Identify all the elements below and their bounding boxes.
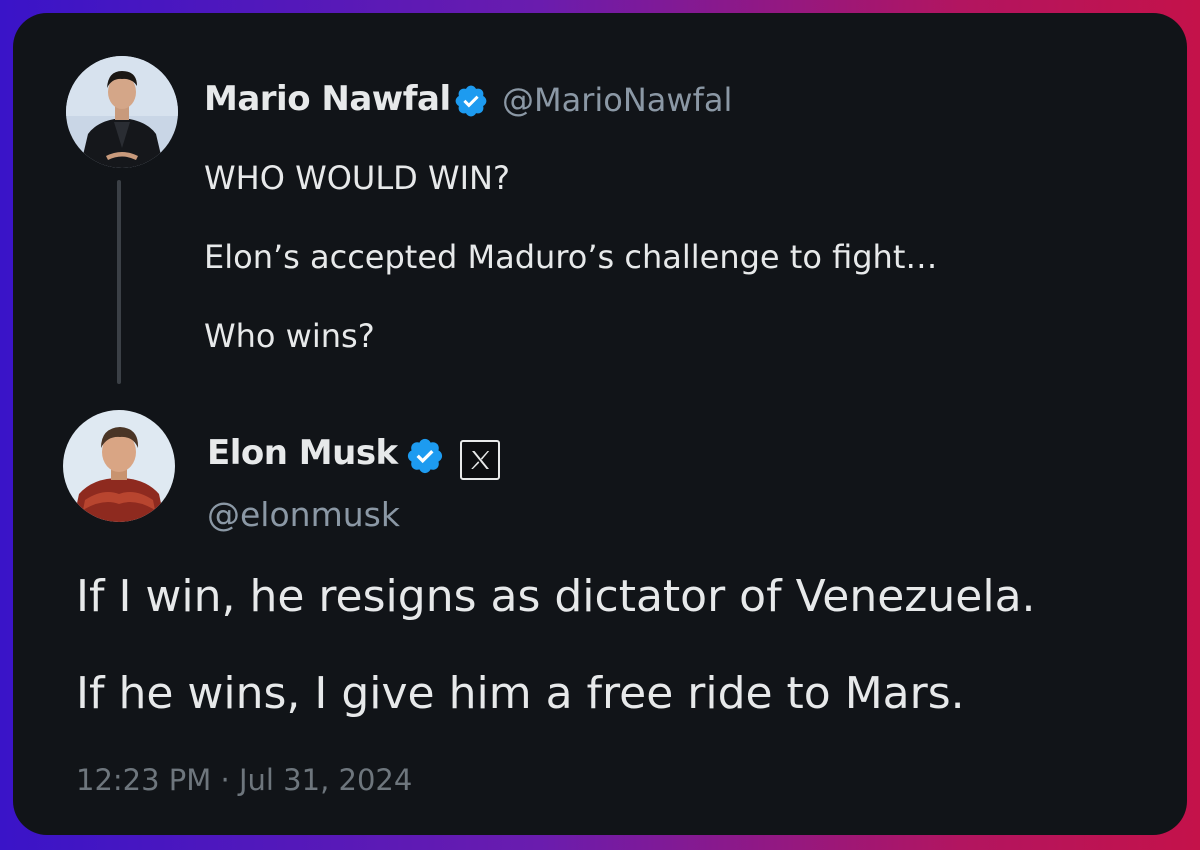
author-handle-elon[interactable]: @elonmusk <box>207 495 400 534</box>
thread-connector-line <box>117 180 121 384</box>
tweet-timestamp[interactable]: 12:23 PM · Jul 31, 2024 <box>76 763 412 797</box>
author-name-elon[interactable]: Elon Musk <box>207 433 398 473</box>
avatar-elon-musk[interactable] <box>63 410 175 522</box>
tweet-text-line: If I win, he resigns as dictator of Vene… <box>76 571 1036 622</box>
quoted-tweet-line: Who wins? <box>204 317 375 355</box>
verified-badge-icon[interactable] <box>453 83 489 119</box>
author-handle-mario[interactable]: @MarioNawfal <box>502 81 732 119</box>
verified-badge-icon[interactable] <box>405 436 445 476</box>
quoted-tweet-line: WHO WOULD WIN? <box>204 159 510 197</box>
x-logo-icon[interactable] <box>460 440 500 480</box>
author-name-mario[interactable]: Mario Nawfal <box>204 79 451 119</box>
quoted-tweet-line: Elon’s accepted Maduro’s challenge to fi… <box>204 238 938 276</box>
avatar-mario-nawfal[interactable] <box>66 56 178 168</box>
tweet-card: Mario Nawfal @MarioNawfal WHO WOULD WIN?… <box>13 13 1187 835</box>
tweet-text-line: If he wins, I give him a free ride to Ma… <box>76 668 965 719</box>
